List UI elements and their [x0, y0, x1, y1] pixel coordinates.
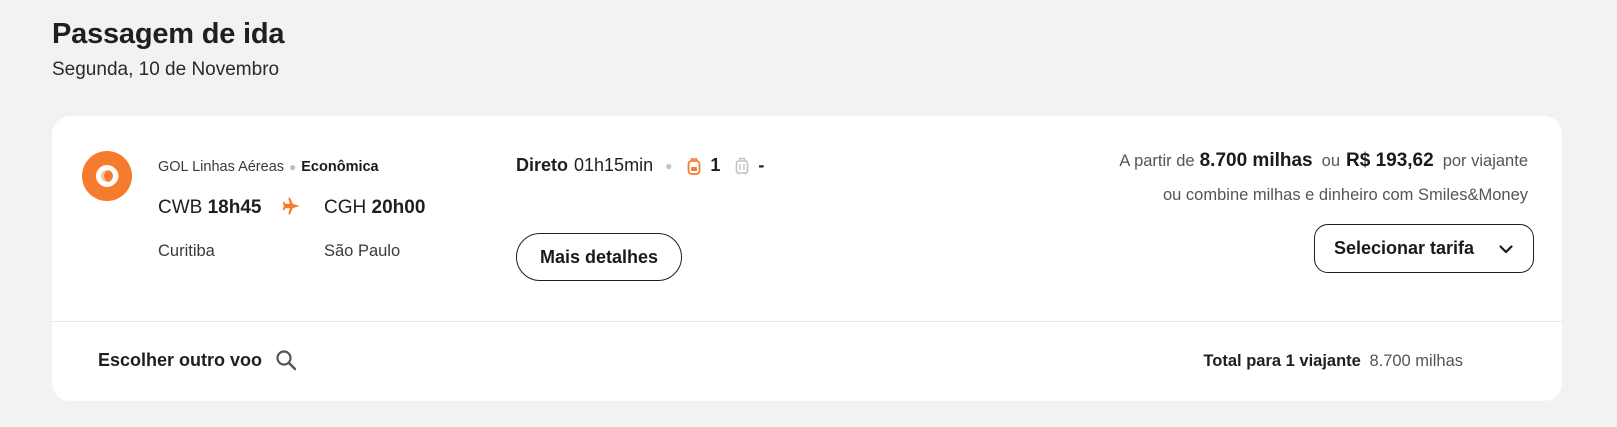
flight-card-main: GOL Linhas Aéreas ● Econômica CWB 18h45 CG… [52, 116, 1562, 321]
or-label: ou [1321, 152, 1340, 170]
carry-on-count: 1 [710, 155, 721, 175]
flight-summary: Direto 01h15min ● 1 - [516, 155, 764, 176]
stops-label: Direto [516, 155, 569, 175]
total-label: Total para 1 viajante [1203, 352, 1361, 370]
suitcase-icon [736, 157, 749, 174]
price-summary: A partir de 8.700 milhas ou R$ 193,62 po… [1119, 150, 1528, 172]
destination: CGH 20h00 [324, 197, 425, 219]
total-value: 8.700 milhas [1369, 352, 1463, 370]
checked-bag-count: - [758, 155, 765, 175]
flight-card: GOL Linhas Aéreas ● Econômica CWB 18h45 CG… [52, 116, 1562, 401]
flight-duration: 01h15min [574, 155, 654, 175]
price-miles: 8.700 milhas [1199, 150, 1313, 171]
choose-other-flight-label: Escolher outro voo [98, 349, 263, 370]
total-summary: Total para 1 viajante 8.700 milhas [1203, 352, 1463, 371]
origin-code: CWB [158, 197, 203, 218]
gol-logo-icon [82, 151, 132, 201]
airline-info: GOL Linhas Aéreas ● Econômica [158, 159, 379, 175]
flight-card-footer: Escolher outro voo Total para 1 viajante… [52, 322, 1562, 401]
cabin-class: Econômica [301, 159, 379, 175]
origin-city: Curitiba [158, 242, 215, 260]
destination-city: São Paulo [324, 242, 401, 260]
arrival-time: 20h00 [371, 197, 426, 218]
smiles-money-note: ou combine milhas e dinheiro com Smiles&… [1163, 186, 1528, 204]
page: Passagem de ida Segunda, 10 de Novembro … [0, 0, 1617, 427]
separator-dot: ● [665, 158, 673, 173]
select-fare-label: Selecionar tarifa [1334, 238, 1475, 258]
search-icon [276, 350, 297, 371]
chevron-down-icon [1499, 245, 1513, 254]
more-details-button[interactable]: Mais detalhes [516, 233, 682, 281]
flight-date: Segunda, 10 de Novembro [52, 59, 280, 80]
select-fare-button[interactable]: Selecionar tarifa [1314, 224, 1534, 273]
separator-dot: ● [289, 160, 297, 174]
origin: CWB 18h45 [158, 197, 261, 219]
destination-code: CGH [324, 197, 367, 218]
departure-time: 18h45 [207, 197, 262, 218]
choose-other-flight-button[interactable]: Escolher outro voo [98, 348, 298, 372]
airline-name: GOL Linhas Aéreas [158, 159, 285, 175]
from-label: A partir de [1119, 152, 1195, 170]
page-title: Passagem de ida [52, 18, 285, 50]
backpack-icon [687, 157, 701, 175]
per-traveler-label: por viajante [1442, 152, 1528, 170]
price-money: R$ 193,62 [1346, 150, 1434, 171]
plane-icon [282, 197, 300, 215]
